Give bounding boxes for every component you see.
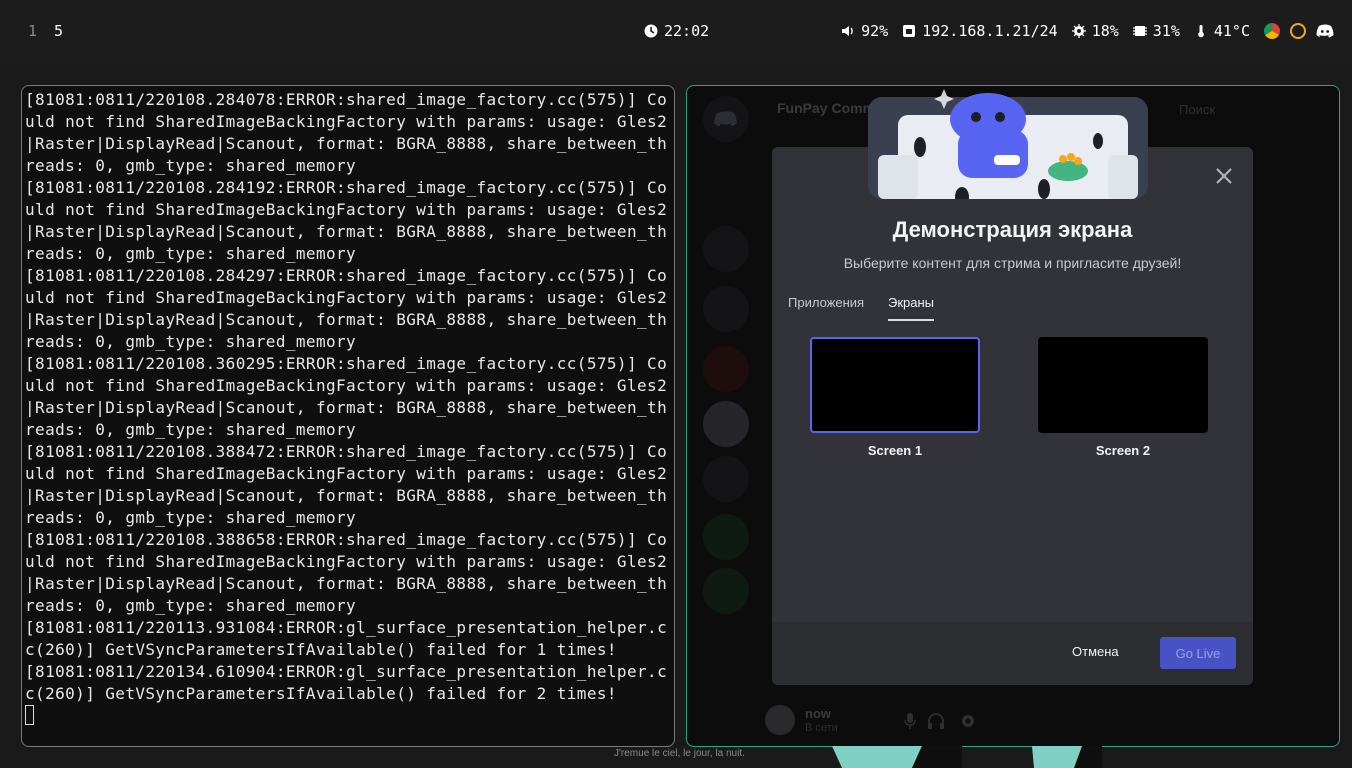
power-icon[interactable] — [1290, 23, 1306, 39]
screen-1-thumbnail[interactable] — [810, 337, 980, 433]
modal-footer: Отмена Go Live — [772, 622, 1253, 685]
terminal-line: |Raster|DisplayRead|Scanout, format: BGR… — [25, 574, 668, 593]
terminal-line: uld not find SharedImageBackingFactory w… — [25, 376, 668, 395]
tab-screens[interactable]: Экраны — [888, 295, 935, 321]
username: now — [805, 706, 831, 721]
server-rail — [695, 96, 757, 736]
volume-icon — [842, 26, 853, 36]
terminal-line: uld not find SharedImageBackingFactory w… — [25, 288, 668, 307]
terminal-line: |Raster|DisplayRead|Scanout, format: BGR… — [25, 486, 668, 505]
terminal-line: |Raster|DisplayRead|Scanout, format: BGR… — [25, 398, 668, 417]
cpu-value: 18% — [1091, 22, 1119, 40]
terminal-line: [81081:0811/220108.284192:ERROR:shared_i… — [25, 178, 668, 197]
terminal-line: uld not find SharedImageBackingFactory w… — [25, 552, 668, 571]
terminal-line: reads: 0, gmb_type: shared_memory — [25, 156, 357, 175]
system-tray — [1264, 23, 1334, 39]
wallpaper-caption: J'remue le ciel, le jour, la nuit. — [614, 748, 745, 759]
cpu-status: 18% — [1071, 22, 1119, 40]
terminal-line: |Raster|DisplayRead|Scanout, format: BGR… — [25, 134, 668, 153]
temperature-status: 41°C — [1194, 22, 1250, 40]
terminal-line: reads: 0, gmb_type: shared_memory — [25, 508, 357, 527]
cancel-button[interactable]: Отмена — [1072, 644, 1119, 659]
terminal-line: [81081:0811/220134.610904:ERROR:gl_surfa… — [25, 662, 668, 681]
screen-1-label[interactable]: Screen 1 — [810, 443, 980, 458]
headphones-icon[interactable] — [927, 712, 945, 730]
terminal-line: c(260)] GetVSyncParametersIfAvailable() … — [25, 684, 617, 703]
server-icon[interactable] — [703, 456, 749, 502]
modal-title: Демонстрация экрана — [892, 217, 1133, 242]
screen-share-modal: Демонстрация экрана Выберите контент для… — [772, 89, 1253, 685]
close-icon[interactable] — [1213, 165, 1235, 187]
chromium-icon[interactable] — [1264, 23, 1280, 39]
thermometer-icon — [1198, 25, 1204, 38]
workspace-1[interactable]: 1 — [28, 22, 37, 40]
screen-2-label[interactable]: Screen 2 — [1038, 443, 1208, 458]
status-bar: 1 5 22:02 92% 192.168.1.21/24 18% 31% 41… — [0, 0, 1352, 64]
ip-address: 192.168.1.21/24 — [922, 22, 1058, 40]
terminal-line: [81081:0811/220108.284078:ERROR:shared_i… — [25, 90, 668, 109]
screen-2-thumbnail[interactable] — [1038, 337, 1208, 433]
memory-icon — [1132, 26, 1147, 36]
explore-icon[interactable] — [703, 568, 749, 614]
terminal-line: |Raster|DisplayRead|Scanout, format: BGR… — [25, 222, 668, 241]
network-status[interactable]: 192.168.1.21/24 — [902, 22, 1058, 40]
clock-time: 22:02 — [664, 22, 710, 40]
memory-status: 31% — [1132, 22, 1180, 40]
server-icon[interactable] — [703, 226, 749, 272]
go-live-button[interactable]: Go Live — [1160, 637, 1236, 669]
terminal-line: [81081:0811/220108.388658:ERROR:shared_i… — [25, 530, 668, 549]
volume-value: 92% — [861, 22, 889, 40]
terminal-line: [81081:0811/220113.931084:ERROR:gl_surfa… — [25, 618, 668, 637]
temperature-value: 41°C — [1213, 22, 1250, 40]
cpu-icon — [1071, 24, 1086, 38]
volume-status[interactable]: 92% — [841, 22, 888, 40]
terminal-cursor — [25, 705, 34, 725]
discord-icon[interactable] — [1316, 24, 1334, 38]
microphone-icon[interactable] — [903, 712, 917, 730]
terminal-line: uld not find SharedImageBackingFactory w… — [25, 112, 668, 131]
terminal-line: reads: 0, gmb_type: shared_memory — [25, 332, 357, 351]
terminal-window[interactable]: [81081:0811/220108.284078:ERROR:shared_i… — [21, 85, 675, 747]
server-icon[interactable] — [703, 401, 749, 447]
tab-applications[interactable]: Приложения — [788, 295, 864, 319]
terminal-line: uld not find SharedImageBackingFactory w… — [25, 200, 668, 219]
terminal-line: [81081:0811/220108.360295:ERROR:shared_i… — [25, 354, 668, 373]
search-input[interactable]: Поиск — [1179, 102, 1215, 117]
server-icon[interactable] — [703, 286, 749, 332]
terminal-line: reads: 0, gmb_type: shared_memory — [25, 420, 357, 439]
terminal-line: [81081:0811/220108.284297:ERROR:shared_i… — [25, 266, 668, 285]
workspace-5[interactable]: 5 — [54, 22, 63, 40]
terminal-line: [81081:0811/220108.388472:ERROR:shared_i… — [25, 442, 668, 461]
terminal-line: reads: 0, gmb_type: shared_memory — [25, 244, 357, 263]
system-status: 92% 192.168.1.21/24 18% 31% 41°C — [841, 22, 1334, 40]
clyde-illustration — [868, 89, 1148, 199]
ethernet-icon — [903, 25, 916, 37]
clock: 22:02 — [644, 22, 709, 40]
server-icon[interactable] — [703, 346, 749, 392]
user-panel: now В сети — [765, 704, 974, 738]
user-status: В сети — [805, 722, 838, 734]
terminal-line: |Raster|DisplayRead|Scanout, format: BGR… — [25, 310, 668, 329]
terminal-output: [81081:0811/220108.284078:ERROR:shared_i… — [25, 89, 667, 705]
wallpaper-figure — [832, 746, 1102, 768]
add-server-icon[interactable] — [703, 514, 749, 560]
discord-home-icon[interactable] — [703, 96, 749, 142]
clock-icon — [644, 24, 658, 38]
avatar[interactable] — [765, 705, 795, 735]
modal-subtitle: Выберите контент для стрима и пригласите… — [843, 255, 1182, 271]
terminal-line: uld not find SharedImageBackingFactory w… — [25, 464, 668, 483]
settings-icon[interactable] — [959, 712, 977, 730]
terminal-line: reads: 0, gmb_type: shared_memory — [25, 596, 357, 615]
memory-value: 31% — [1152, 22, 1180, 40]
terminal-line: c(260)] GetVSyncParametersIfAvailable() … — [25, 640, 617, 659]
